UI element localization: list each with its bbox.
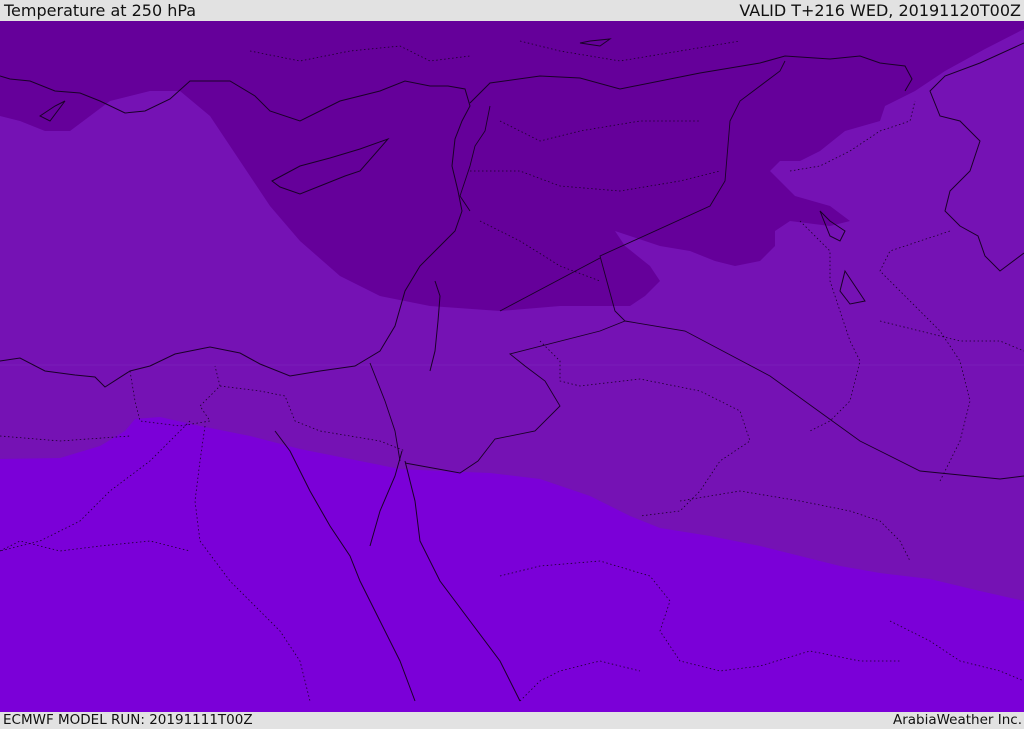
map-header: Temperature at 250 hPa VALID T+216 WED, …	[0, 0, 1024, 21]
valid-time: VALID T+216 WED, 20191120T00Z	[739, 0, 1021, 20]
map-footer: ECMWF MODEL RUN: 20191111T00Z ArabiaWeat…	[0, 712, 1024, 729]
model-run: ECMWF MODEL RUN: 20191111T00Z	[3, 711, 253, 728]
temperature-map	[0, 21, 1024, 712]
map-title: Temperature at 250 hPa	[4, 0, 197, 20]
credit: ArabiaWeather Inc.	[892, 711, 1022, 728]
